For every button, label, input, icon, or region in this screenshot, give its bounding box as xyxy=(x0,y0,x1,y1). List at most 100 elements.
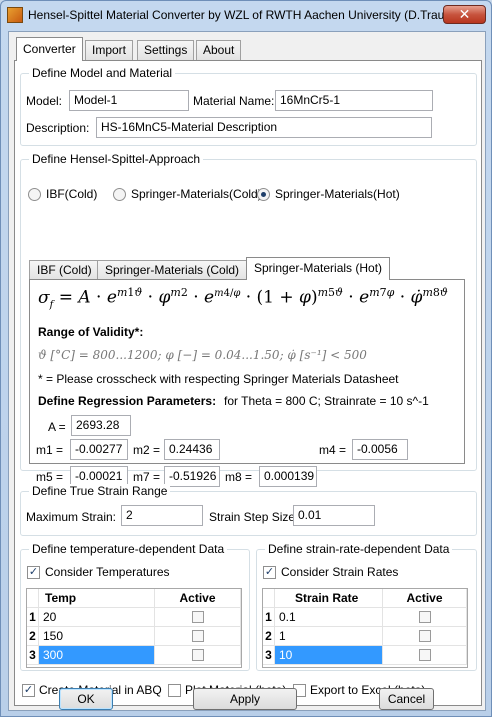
consider-temperatures-checkbox[interactable]: ✓ xyxy=(27,566,40,579)
strain-rate-title: Define strain-rate-dependent Data xyxy=(265,542,453,556)
corner-cell xyxy=(27,589,39,608)
approach-title: Define Hensel-Spittel-Approach xyxy=(29,152,204,166)
temperature-group: Define temperature-dependent Data ✓ Cons… xyxy=(20,542,250,671)
temp-cell[interactable]: 150 xyxy=(39,627,155,646)
subtab-springer-hot[interactable]: Springer-Materials (Hot) xyxy=(246,257,391,280)
model-input[interactable]: Model-1 xyxy=(69,90,189,111)
active-cell xyxy=(155,646,241,665)
material-name-label: Material Name: xyxy=(193,94,275,108)
material-name-input[interactable]: 16MnCr5-1 xyxy=(275,90,433,111)
strain-rate-table: Strain Rate Active 1 0.1 2 1 3 10 xyxy=(262,588,468,668)
strain-rate-cell[interactable]: 0.1 xyxy=(275,608,383,627)
max-strain-input[interactable]: 2 xyxy=(121,505,203,526)
tab-about[interactable]: About xyxy=(196,40,242,60)
param-a-label: A = xyxy=(48,420,66,434)
active-cell xyxy=(155,627,241,646)
active-cell xyxy=(383,608,467,627)
temp-header[interactable]: Temp xyxy=(39,589,155,608)
param-m7-input[interactable]: -0.51926 xyxy=(164,466,220,487)
springer-hot-panel: σf = A · em1ϑ · φm2 · em4/φ · (1 + φ)m5ϑ… xyxy=(29,279,465,464)
corner-cell xyxy=(263,589,275,608)
table-row[interactable]: 1 20 xyxy=(27,608,241,627)
app-icon xyxy=(7,7,23,23)
temp-cell-selected[interactable]: 300 xyxy=(39,646,155,665)
table-header: Strain Rate Active xyxy=(263,589,467,608)
window-title: Hensel-Spittel Material Converter by WZL… xyxy=(28,8,459,22)
create-abq-checkbox[interactable]: ✓ xyxy=(22,684,35,697)
crosscheck-note: * = Please crosscheck with respecting Sp… xyxy=(38,372,399,386)
tab-import[interactable]: Import xyxy=(85,40,134,60)
converter-panel: Define Model and Material Model: Model-1… xyxy=(14,60,482,706)
client-area: Converter Import Settings About Define M… xyxy=(8,31,486,711)
table-header: Temp Active xyxy=(27,589,241,608)
apply-button[interactable]: Apply xyxy=(193,688,297,710)
max-strain-label: Maximum Strain: xyxy=(26,510,117,524)
radio-ibf-cold-label[interactable]: IBF(Cold) xyxy=(46,187,97,201)
radio-springer-hot[interactable] xyxy=(257,188,270,201)
param-m2-input[interactable]: 0.24436 xyxy=(164,439,220,460)
tab-settings[interactable]: Settings xyxy=(137,40,195,60)
consider-strain-rates-checkbox[interactable]: ✓ xyxy=(263,566,276,579)
active-checkbox[interactable] xyxy=(419,649,431,661)
consider-temperatures-label[interactable]: Consider Temperatures xyxy=(45,565,170,579)
strain-rate-group: Define strain-rate-dependent Data ✓ Cons… xyxy=(256,542,477,671)
title-bar[interactable]: Hensel-Spittel Material Converter by WZL… xyxy=(1,1,491,29)
temperature-table: Temp Active 1 20 2 150 3 300 xyxy=(26,588,242,668)
table-row[interactable]: 1 0.1 xyxy=(263,608,467,627)
regression-title: Define Regression Parameters: xyxy=(38,394,217,408)
close-button[interactable]: ✕ xyxy=(443,5,486,24)
param-m4-label: m4 = xyxy=(319,443,347,457)
param-a-input[interactable]: 2693.28 xyxy=(71,415,131,436)
param-m4-input[interactable]: -0.0056 xyxy=(352,439,408,460)
model-label: Model: xyxy=(26,94,63,108)
active-checkbox[interactable] xyxy=(192,611,204,623)
active-checkbox[interactable] xyxy=(419,611,431,623)
description-label: Description: xyxy=(26,121,90,135)
ok-button[interactable]: OK xyxy=(59,688,113,710)
active-cell xyxy=(383,646,467,665)
active-checkbox[interactable] xyxy=(192,630,204,642)
table-row[interactable]: 2 150 xyxy=(27,627,241,646)
subtab-ibf-cold[interactable]: IBF (Cold) xyxy=(29,260,100,280)
radio-springer-cold[interactable] xyxy=(113,188,126,201)
validity-text: ϑ [°C] = 800...1200; φ [−] = 0.04...1.50… xyxy=(38,348,367,362)
row-number: 2 xyxy=(263,627,275,646)
strain-rate-cell[interactable]: 1 xyxy=(275,627,383,646)
table-row[interactable]: 3 10 xyxy=(263,646,467,665)
validity-title: Range of Validity*: xyxy=(38,325,144,339)
app-window: Hensel-Spittel Material Converter by WZL… xyxy=(0,0,492,717)
consider-strain-rates-label[interactable]: Consider Strain Rates xyxy=(281,565,398,579)
row-number: 2 xyxy=(27,627,39,646)
strain-range-title: Define True Strain Range xyxy=(29,484,171,498)
param-m5-label: m5 = xyxy=(36,470,64,484)
regression-info: for Theta = 800 C; Strainrate = 10 s^-1 xyxy=(224,394,429,408)
radio-ibf-cold[interactable] xyxy=(28,188,41,201)
active-checkbox[interactable] xyxy=(192,649,204,661)
param-m7-label: m7 = xyxy=(133,470,161,484)
subtab-springer-cold[interactable]: Springer-Materials (Cold) xyxy=(97,260,248,280)
tab-converter[interactable]: Converter xyxy=(16,37,83,61)
table-row[interactable]: 2 1 xyxy=(263,627,467,646)
active-checkbox[interactable] xyxy=(419,630,431,642)
strain-rate-cell-selected[interactable]: 10 xyxy=(275,646,383,665)
plot-material-checkbox[interactable] xyxy=(168,684,181,697)
row-number: 1 xyxy=(27,608,39,627)
strain-step-input[interactable]: 0.01 xyxy=(293,505,375,526)
param-m8-input[interactable]: 0.000139 xyxy=(259,466,317,487)
active-header[interactable]: Active xyxy=(383,589,467,608)
radio-springer-cold-label[interactable]: Springer-Materials(Cold) xyxy=(131,187,262,201)
strain-rate-header[interactable]: Strain Rate xyxy=(275,589,383,608)
model-material-group: Define Model and Material Model: Model-1… xyxy=(20,66,477,146)
param-m1-label: m1 = xyxy=(36,443,64,457)
table-row[interactable]: 3 300 xyxy=(27,646,241,665)
strain-step-label: Strain Step Size: xyxy=(209,510,299,524)
temp-cell[interactable]: 20 xyxy=(39,608,155,627)
cancel-button[interactable]: Cancel xyxy=(379,688,434,710)
description-input[interactable]: HS-16MnC5-Material Description xyxy=(96,117,432,138)
strain-range-group: Define True Strain Range Maximum Strain:… xyxy=(20,484,477,536)
param-m1-input[interactable]: -0.00277 xyxy=(70,439,128,460)
row-number: 3 xyxy=(27,646,39,665)
param-m8-label: m8 = xyxy=(225,470,253,484)
radio-springer-hot-label[interactable]: Springer-Materials(Hot) xyxy=(275,187,400,201)
active-header[interactable]: Active xyxy=(155,589,241,608)
